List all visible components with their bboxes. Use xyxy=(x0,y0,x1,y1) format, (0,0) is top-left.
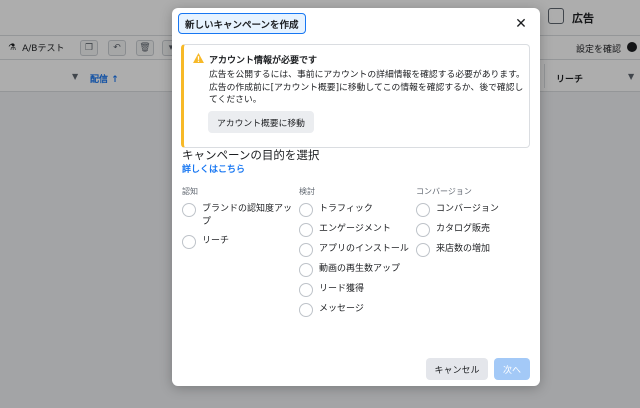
learn-more-link[interactable]: 詳しくはこちら xyxy=(182,162,245,175)
go-to-account-overview-button[interactable]: アカウント概要に移動 xyxy=(208,111,314,133)
option-label: リーチ xyxy=(202,236,230,246)
awareness-column: 認知 ブランドの認知度アップ リーチ xyxy=(182,186,292,254)
radio-button[interactable] xyxy=(299,283,313,297)
account-info-alert: アカウント情報が必要です 広告を公開するには、事前にアカウントの詳細情報を確認す… xyxy=(181,44,530,148)
objective-option-store-traffic[interactable]: 来店数の増加 xyxy=(416,242,531,257)
objective-title: キャンペーンの目的を選択 xyxy=(182,148,320,162)
objective-option-messages[interactable]: メッセージ xyxy=(299,302,409,317)
radio-button[interactable] xyxy=(299,223,313,237)
consideration-column: 検討 トラフィック エンゲージメント アプリのインストール 動画の再生数アップ … xyxy=(299,186,409,322)
radio-button[interactable] xyxy=(416,203,430,217)
objective-option-catalog-sales[interactable]: カタログ販売 xyxy=(416,222,531,237)
cancel-button[interactable]: キャンセル xyxy=(426,358,488,380)
objective-option-video-views[interactable]: 動画の再生数アップ xyxy=(299,262,409,277)
option-label: アプリのインストール xyxy=(319,244,409,254)
option-label: カタログ販売 xyxy=(436,224,491,234)
radio-button[interactable] xyxy=(299,243,313,257)
radio-button[interactable] xyxy=(182,203,196,217)
radio-button[interactable] xyxy=(299,263,313,277)
option-label: リード獲得 xyxy=(319,284,365,294)
objective-option-reach[interactable]: リーチ xyxy=(182,234,292,249)
warning-icon xyxy=(193,53,204,63)
objective-option-brand-awareness[interactable]: ブランドの認知度アップ xyxy=(182,202,292,229)
column-heading: 検討 xyxy=(299,187,315,196)
objective-option-conversions[interactable]: コンバージョン xyxy=(416,202,531,217)
column-heading: コンバージョン xyxy=(416,187,472,196)
alert-body: 広告を公開するには、事前にアカウントの詳細情報を確認する必要があります。広告の作… xyxy=(209,70,525,105)
radio-button[interactable] xyxy=(299,303,313,317)
conversion-column: コンバージョン コンバージョン カタログ販売 来店数の増加 xyxy=(416,186,531,262)
option-label: エンゲージメント xyxy=(319,224,391,234)
option-label: 来店数の増加 xyxy=(436,244,491,254)
column-heading: 認知 xyxy=(182,187,198,196)
radio-button[interactable] xyxy=(182,235,196,249)
option-label: コンバージョン xyxy=(436,204,499,214)
option-label: メッセージ xyxy=(319,304,364,314)
next-button[interactable]: 次へ xyxy=(494,358,530,380)
objective-option-engagement[interactable]: エンゲージメント xyxy=(299,222,409,237)
option-label: ブランドの認知度アップ xyxy=(202,204,293,227)
dialog-title: 新しいキャンペーンを作成 xyxy=(178,13,306,34)
option-label: トラフィック xyxy=(319,204,373,214)
objective-option-app-installs[interactable]: アプリのインストール xyxy=(299,242,409,257)
option-label: 動画の再生数アップ xyxy=(319,264,401,274)
alert-title: アカウント情報が必要です xyxy=(209,56,318,66)
radio-button[interactable] xyxy=(299,203,313,217)
radio-button[interactable] xyxy=(416,223,430,237)
objective-option-lead-generation[interactable]: リード獲得 xyxy=(299,282,409,297)
objective-option-traffic[interactable]: トラフィック xyxy=(299,202,409,217)
create-campaign-dialog: 新しいキャンペーンを作成 ✕ アカウント情報が必要です 広告を公開するには、事前… xyxy=(172,8,540,386)
close-icon[interactable]: ✕ xyxy=(512,15,530,33)
radio-button[interactable] xyxy=(416,243,430,257)
